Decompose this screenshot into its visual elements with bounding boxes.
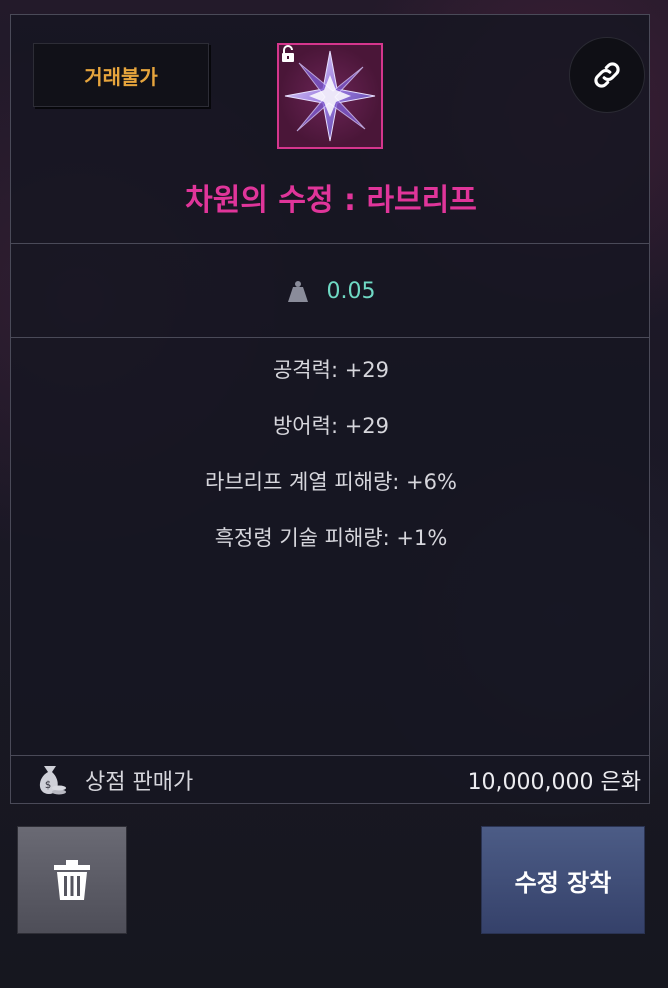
weight-row: 0.05: [11, 273, 651, 309]
equip-crystal-label: 수정 장착: [514, 868, 612, 897]
money-bag-icon: $: [39, 766, 66, 795]
untradeable-label: 거래불가: [84, 64, 158, 89]
svg-text:$: $: [45, 780, 51, 791]
stat-list: 공격력: +29 방어력: +29 라브리프 계열 피해량: +6% 흑정령 기…: [11, 350, 651, 574]
weight-value: 0.05: [326, 278, 376, 304]
divider: [11, 337, 649, 338]
shop-sell-price-row: $ 상점 판매가 10,000,000 은화: [11, 755, 649, 804]
link-button[interactable]: [569, 37, 645, 113]
divider: [11, 243, 649, 244]
stat-lavrif-damage: 라브리프 계열 피해량: +6%: [205, 470, 457, 494]
item-tooltip-panel: 거래불가 차원의 수정 : 라브리프 0.05 공격력: +29 방어력: +2…: [10, 14, 650, 804]
chain-link-icon: [594, 62, 620, 88]
shop-sell-label: 상점 판매가: [85, 770, 194, 795]
item-icon-frame[interactable]: [277, 43, 383, 149]
stat-attack: 공격력: +29: [272, 358, 390, 382]
item-name: 차원의 수정 : 라브리프: [185, 183, 477, 218]
shop-sell-price: 10,000,000 은화: [467, 770, 641, 795]
weight-icon: [287, 281, 308, 302]
trash-icon: [54, 860, 90, 900]
stat-defense: 방어력: +29: [272, 414, 390, 438]
unlocked-padlock-icon: [282, 45, 294, 62]
equip-crystal-button[interactable]: 수정 장착: [481, 826, 645, 934]
delete-button[interactable]: [17, 826, 127, 934]
stat-black-spirit-damage: 흑정령 기술 피해량: +1%: [214, 526, 448, 550]
untradeable-badge: 거래불가: [33, 43, 209, 107]
